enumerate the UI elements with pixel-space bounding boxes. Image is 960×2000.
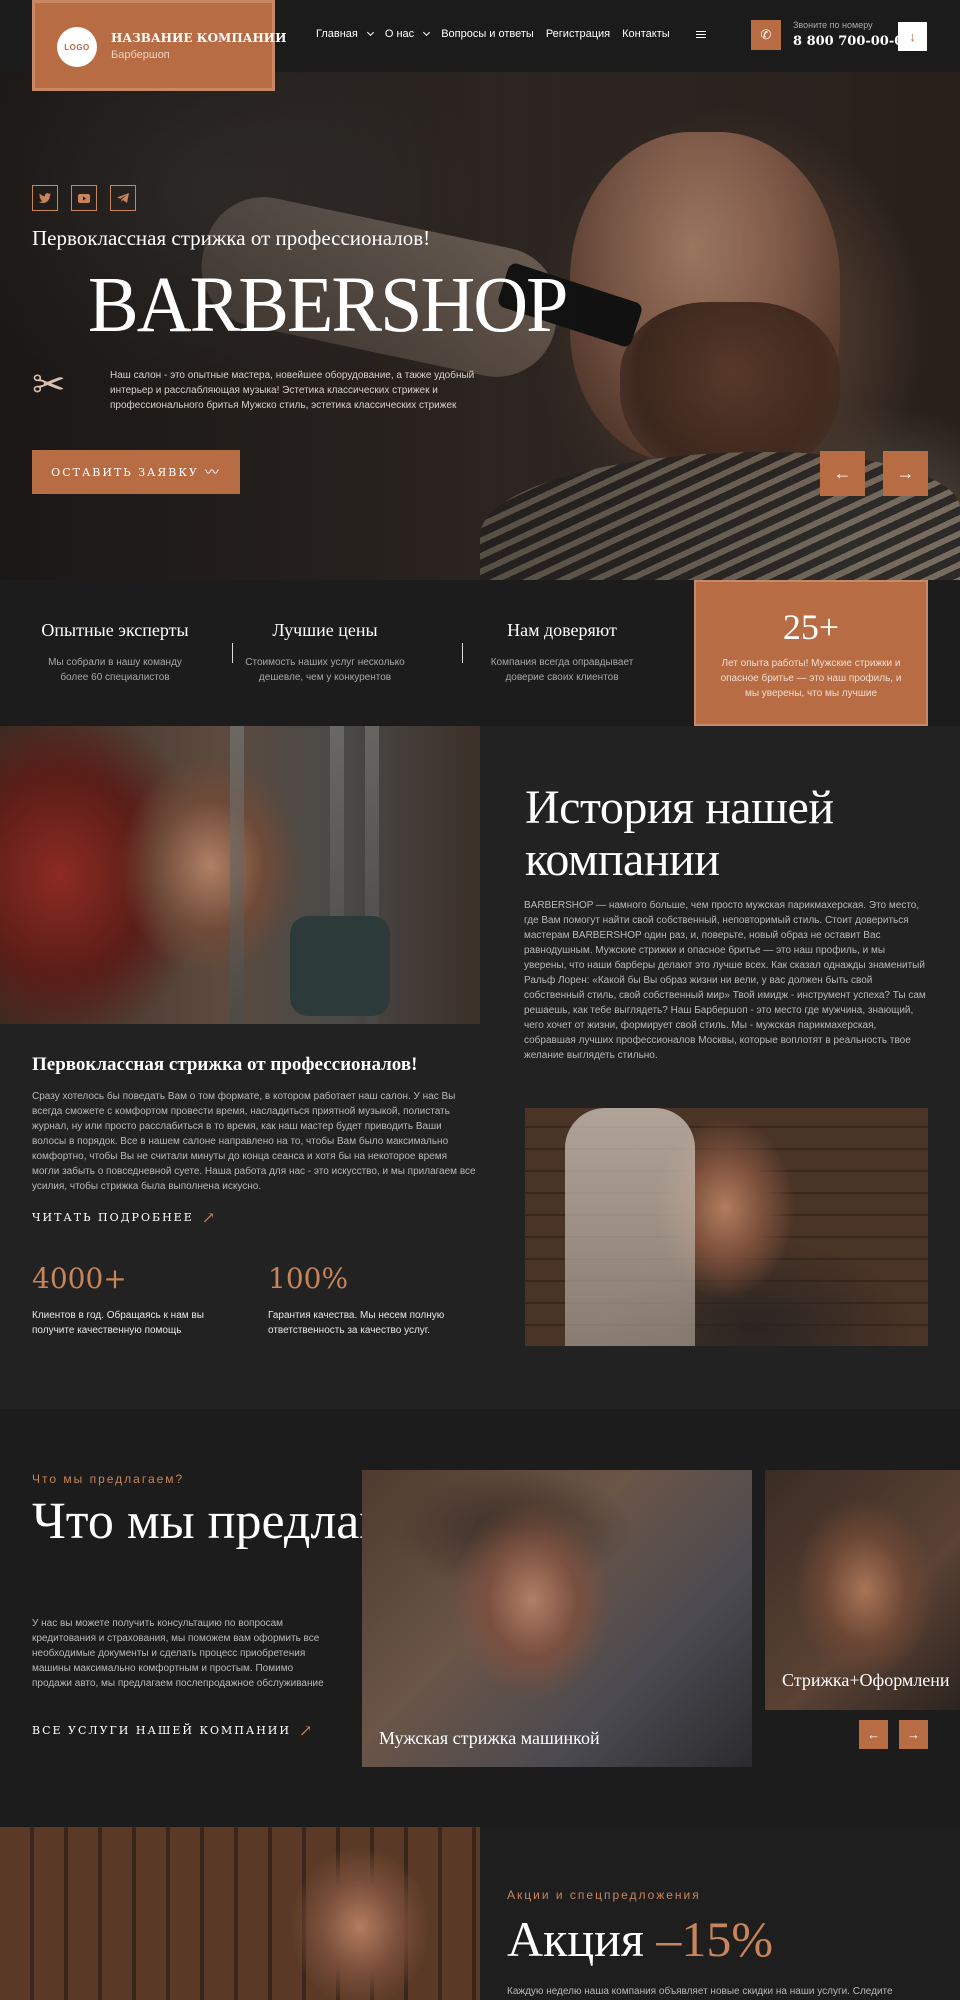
nav-item-about[interactable]: О нас [384, 28, 431, 40]
history-subtitle: Первоклассная стрижка от профессионалов! [32, 1054, 418, 1075]
promo-title-text: Акция [507, 1911, 644, 1967]
scissors-icon: ✂ [32, 363, 66, 407]
hero-next-button[interactable]: → [883, 451, 928, 496]
stat-quality-text: Гарантия качества. Мы несем полную ответ… [268, 1310, 445, 1336]
history-subtext: Сразу хотелось бы поведать Вам о том фор… [32, 1091, 476, 1192]
logo-block[interactable]: LOGO НАЗВАНИЕ КОМПАНИИ Барбершоп [32, 0, 286, 91]
all-services-label: ВСЕ УСЛУГИ НАШЕЙ КОМПАНИИ [32, 1724, 291, 1737]
experience-badge: 25+ Лет опыта работы! Мужские стрижки и … [694, 580, 928, 726]
logo-mark: LOGO [57, 27, 97, 67]
chevron-down-icon [423, 28, 431, 37]
nav-item-contacts[interactable]: Контакты [622, 28, 670, 40]
menu-icon[interactable] [695, 31, 706, 40]
services-text: У нас вы можете получить консультацию по… [32, 1618, 324, 1689]
phone-icon[interactable]: ✆ [751, 20, 781, 50]
request-button[interactable]: ОСТАВИТЬ ЗАЯВКУ 〰 [32, 450, 240, 494]
nav-item-home[interactable]: Главная [316, 28, 374, 40]
request-button-label: ОСТАВИТЬ ЗАЯВКУ [51, 465, 199, 479]
twitter-icon[interactable] [32, 185, 58, 211]
nav-item-label: Главная [316, 28, 358, 40]
all-services-link[interactable]: ВСЕ УСЛУГИ НАШЕЙ КОМПАНИИ ↗ [32, 1721, 314, 1740]
youtube-icon[interactable] [71, 185, 97, 211]
feature-text: Стоимость наших услуг несколько дешевле,… [245, 657, 405, 683]
feature-title: Опытные эксперты [41, 620, 189, 640]
nav-item-label: Регистрация [545, 28, 611, 40]
feature-prices: Лучшие цены Стоимость наших услуг нескол… [230, 620, 420, 685]
hero-kicker: Первоклассная стрижка от профессионалов! [32, 226, 431, 250]
read-more-label: ЧИТАТЬ ПОДРОБНЕЕ [32, 1211, 194, 1224]
arrow-down-icon: ↓ [909, 29, 916, 44]
phone-number[interactable]: 8 800 700-00-00 [793, 34, 912, 49]
arrow-up-right-icon: ↗ [298, 1721, 315, 1740]
telegram-icon[interactable] [110, 185, 136, 211]
arrow-left-icon: ← [833, 463, 852, 483]
nav-item-label: Контакты [622, 28, 670, 40]
read-more-link[interactable]: ЧИТАТЬ ПОДРОБНЕЕ ↗ [32, 1208, 217, 1227]
service-card[interactable]: Мужская стрижка машинкой [362, 1470, 752, 1767]
nav-item-registration[interactable]: Регистрация [546, 28, 610, 40]
arrow-left-icon: ← [867, 1727, 880, 1742]
barber-photo-3 [0, 1827, 480, 2000]
stat-clients-number: 4000+ [32, 1262, 127, 1295]
barber-photo-2 [525, 1108, 928, 1346]
service-card-label: Мужская стрижка машинкой [379, 1728, 600, 1748]
nav-item-label: О нас [384, 28, 415, 40]
company-subtitle: Барбершоп [111, 49, 170, 61]
feature-title: Лучшие цены [272, 620, 378, 640]
download-button[interactable]: ↓ [898, 22, 927, 51]
feature-title: Нам доверяют [507, 620, 617, 640]
history-text: BARBERSHOP — намного больше, чем просто … [524, 900, 926, 1061]
phone-caption: Звоните по номеру [793, 20, 873, 30]
stat-quality-number: 100% [268, 1262, 349, 1295]
arrow-right-icon: → [907, 1727, 920, 1742]
arrow-right-icon: → [896, 463, 915, 483]
main-nav: Главная О нас Вопросы и ответы Регистрац… [316, 28, 706, 40]
promo-text: Каждую неделю наша компания объявляет но… [507, 1986, 893, 1997]
mustache-icon: 〰 [204, 465, 221, 481]
barber-photo [0, 726, 480, 1024]
hero-prev-button[interactable]: ← [820, 451, 865, 496]
feature-experts: Опытные эксперты Мы собрали в нашу коман… [20, 620, 210, 685]
promo-title: Акция –15% [507, 1910, 773, 1968]
chevron-down-icon [366, 28, 374, 37]
nav-item-label: Вопросы и ответы [441, 28, 534, 40]
feature-text: Мы собрали в нашу команду более 60 специ… [48, 657, 182, 683]
experience-number: 25+ [782, 607, 840, 647]
services-next-button[interactable]: → [899, 1720, 928, 1749]
promo-discount: –15% [656, 1911, 774, 1967]
stat-clients-text: Клиентов в год. Обращаясь к нам вы получ… [32, 1310, 204, 1336]
service-card-label: Стрижка+Оформлени [782, 1670, 950, 1690]
divider [462, 643, 463, 663]
feature-trust: Нам доверяют Компания всегда оправдывает… [467, 620, 657, 685]
hero-description: Наш салон - это опытные мастера, новейше… [110, 370, 475, 411]
company-name: НАЗВАНИЕ КОМПАНИИ [111, 31, 287, 45]
services-prev-button[interactable]: ← [859, 1720, 888, 1749]
hero-title: BARBERSHOP [88, 260, 568, 350]
promo-kicker: Акции и спецпредложения [507, 1888, 701, 1902]
service-card[interactable]: Стрижка+Оформлени [765, 1470, 960, 1710]
nav-item-faq[interactable]: Вопросы и ответы [441, 28, 534, 40]
services-kicker: Что мы предлагаем? [32, 1472, 185, 1486]
arrow-up-right-icon: ↗ [201, 1208, 218, 1227]
history-title: История нашей компании [525, 781, 834, 886]
experience-text: Лет опыта работы! Мужские стрижки и опас… [720, 658, 902, 699]
feature-text: Компания всегда оправдывает доверие свои… [490, 657, 634, 683]
divider [232, 643, 233, 663]
